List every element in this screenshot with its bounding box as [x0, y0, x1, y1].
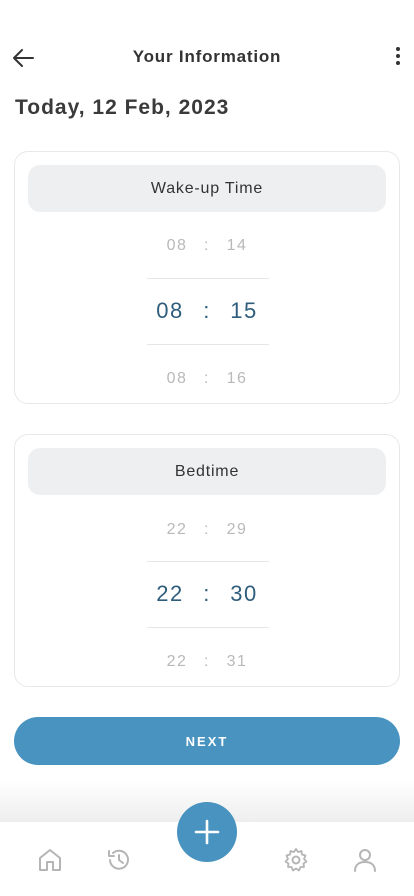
- dot: [396, 47, 400, 51]
- app-header: Your Information: [0, 30, 414, 86]
- time-separator: :: [203, 298, 211, 323]
- hour-picker[interactable]: 22: [147, 581, 193, 607]
- minute-value: 16: [226, 370, 248, 387]
- hour-picker[interactable]: 08: [147, 298, 193, 324]
- hour-value: 08: [166, 370, 188, 387]
- bed-option-next[interactable]: 22 : 31: [15, 653, 399, 671]
- bedtime-title: Bedtime: [28, 448, 386, 495]
- time-separator: :: [204, 370, 210, 387]
- dot: [396, 61, 400, 65]
- plus-icon: [194, 819, 220, 845]
- page-title: Your Information: [132, 47, 282, 66]
- home-icon: [39, 849, 61, 871]
- nav-home[interactable]: [36, 846, 64, 874]
- time-separator: :: [204, 653, 210, 670]
- selection-divider-top: [147, 561, 269, 562]
- user-icon: [354, 849, 376, 872]
- selection-divider-top: [147, 278, 269, 279]
- wake-option-selected[interactable]: 08 : 15: [15, 298, 399, 324]
- wake-up-time-card: Wake-up Time 08 : 14 08 : 15 08 : 16: [14, 151, 400, 404]
- more-options-button[interactable]: [390, 44, 406, 72]
- minute-picker[interactable]: 15: [221, 298, 267, 324]
- next-button[interactable]: NEXT: [14, 717, 400, 765]
- wake-up-time-title: Wake-up Time: [28, 165, 386, 212]
- wake-option-prev[interactable]: 08 : 14: [15, 237, 399, 255]
- time-separator: :: [204, 521, 210, 538]
- minute-value: 31: [226, 653, 248, 670]
- bed-option-selected[interactable]: 22 : 30: [15, 581, 399, 607]
- wake-option-next[interactable]: 08 : 16: [15, 370, 399, 388]
- selection-divider-bottom: [147, 627, 269, 628]
- add-button[interactable]: [177, 802, 237, 862]
- time-separator: :: [203, 581, 211, 606]
- hour-value: 22: [166, 653, 188, 670]
- minute-value: 14: [226, 237, 248, 254]
- nav-settings[interactable]: [282, 846, 310, 874]
- screen: Your Information Today, 12 Feb, 2023 Wak…: [0, 0, 414, 896]
- bed-option-prev[interactable]: 22 : 29: [15, 521, 399, 539]
- nav-profile[interactable]: [351, 846, 379, 874]
- gear-icon: [284, 848, 308, 872]
- selection-divider-bottom: [147, 344, 269, 345]
- dot: [396, 54, 400, 58]
- bedtime-card: Bedtime 22 : 29 22 : 30 22 : 31: [14, 434, 400, 687]
- date-label: Today, 12 Feb, 2023: [15, 96, 230, 119]
- hour-value: 08: [166, 237, 188, 254]
- time-separator: :: [204, 237, 210, 254]
- hour-value: 22: [166, 521, 188, 538]
- minute-picker[interactable]: 30: [221, 581, 267, 607]
- minute-value: 29: [226, 521, 248, 538]
- nav-history[interactable]: [105, 846, 133, 874]
- history-icon: [108, 849, 129, 870]
